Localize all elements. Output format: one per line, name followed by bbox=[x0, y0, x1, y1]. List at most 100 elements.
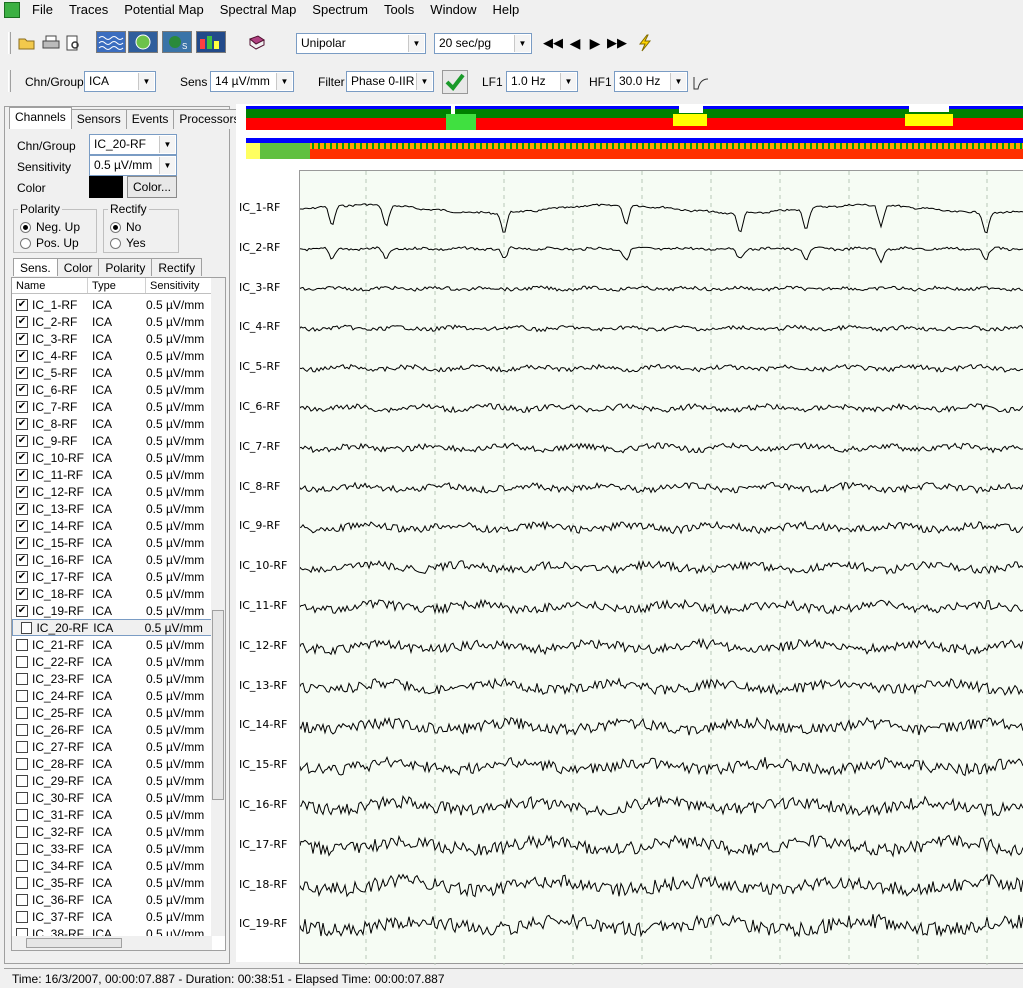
checkbox[interactable] bbox=[16, 706, 28, 719]
checkbox[interactable]: ✔ bbox=[16, 298, 28, 311]
checkbox[interactable] bbox=[16, 842, 28, 855]
checkbox[interactable]: ✔ bbox=[16, 383, 28, 396]
apply-filter-checkmark-icon[interactable] bbox=[442, 70, 468, 94]
tab-events[interactable]: Events bbox=[125, 109, 175, 129]
checkbox[interactable] bbox=[16, 740, 28, 753]
open-folder-icon[interactable] bbox=[16, 32, 38, 54]
column-sensitivity[interactable]: Sensitivity bbox=[146, 278, 212, 293]
checkbox[interactable]: ✔ bbox=[16, 502, 28, 515]
checkbox[interactable]: ✔ bbox=[16, 451, 28, 464]
checkbox[interactable]: ✔ bbox=[16, 519, 28, 532]
checkbox[interactable] bbox=[16, 774, 28, 787]
menu-spectral-map[interactable]: Spectral Map bbox=[212, 0, 305, 20]
channel-label[interactable]: IC_8-RF bbox=[239, 480, 280, 493]
chn-group-select[interactable]: ICA ▼ bbox=[84, 71, 156, 92]
menu-potential-map[interactable]: Potential Map bbox=[116, 0, 212, 20]
checkbox[interactable] bbox=[16, 723, 28, 736]
checkbox[interactable] bbox=[16, 791, 28, 804]
subtab-polarity[interactable]: Polarity bbox=[98, 258, 153, 276]
channel-label[interactable]: IC_17-RF bbox=[239, 838, 287, 851]
channel-row[interactable]: IC_28-RF ICA 0.5 µV/mm bbox=[12, 755, 212, 772]
channel-label[interactable]: IC_11-RF bbox=[239, 599, 287, 612]
checkbox[interactable] bbox=[16, 808, 28, 821]
scroll-thumb[interactable] bbox=[212, 610, 224, 800]
checkbox[interactable]: ✔ bbox=[16, 604, 28, 617]
scroll-thumb[interactable] bbox=[26, 938, 122, 948]
checkbox[interactable]: ✔ bbox=[16, 349, 28, 362]
channel-label[interactable]: IC_5-RF bbox=[239, 360, 280, 373]
app-icon[interactable] bbox=[4, 2, 20, 18]
sens-select[interactable]: 14 µV/mm ▼ bbox=[210, 71, 294, 92]
channel-label[interactable]: IC_4-RF bbox=[239, 320, 280, 333]
color-button[interactable]: Color... bbox=[127, 176, 177, 198]
channel-label[interactable]: IC_2-RF bbox=[239, 241, 280, 254]
channel-label[interactable]: IC_15-RF bbox=[239, 758, 287, 771]
montage-select[interactable]: Unipolar ▼ bbox=[296, 33, 426, 54]
channel-row[interactable]: IC_27-RF ICA 0.5 µV/mm bbox=[12, 738, 212, 755]
horizontal-scrollbar[interactable] bbox=[12, 936, 212, 950]
trace-plot[interactable] bbox=[299, 170, 1023, 965]
channel-label[interactable]: IC_19-RF bbox=[239, 917, 287, 930]
channel-row[interactable]: IC_26-RF ICA 0.5 µV/mm bbox=[12, 721, 212, 738]
checkbox[interactable]: ✔ bbox=[16, 468, 28, 481]
toolbar-grip[interactable] bbox=[8, 70, 11, 92]
checkbox[interactable]: ✔ bbox=[16, 417, 28, 430]
events-overview-bar[interactable] bbox=[246, 106, 1023, 132]
checkbox[interactable]: ✔ bbox=[16, 434, 28, 447]
channel-row[interactable]: ✔ IC_3-RF ICA 0.5 µV/mm bbox=[12, 330, 212, 347]
tab-sensors[interactable]: Sensors bbox=[70, 109, 127, 129]
spectral-map-icon[interactable]: S bbox=[162, 31, 192, 53]
hf1-select[interactable]: 30.0 Hz ▼ bbox=[614, 71, 688, 92]
channel-row[interactable]: ✔ IC_2-RF ICA 0.5 µV/mm bbox=[12, 313, 212, 330]
lf1-select[interactable]: 1.0 Hz ▼ bbox=[506, 71, 578, 92]
channel-row[interactable]: ✔ IC_19-RF ICA 0.5 µV/mm bbox=[12, 602, 212, 619]
channel-row[interactable]: ✔ IC_17-RF ICA 0.5 µV/mm bbox=[12, 568, 212, 585]
checkbox[interactable] bbox=[16, 825, 28, 838]
channel-row[interactable]: IC_25-RF ICA 0.5 µV/mm bbox=[12, 704, 212, 721]
checkbox[interactable]: ✔ bbox=[16, 485, 28, 498]
channel-label[interactable]: IC_16-RF bbox=[239, 798, 287, 811]
subtab-color[interactable]: Color bbox=[56, 258, 100, 276]
column-name[interactable]: Name bbox=[12, 278, 88, 293]
previous-page-icon[interactable]: ◀ bbox=[564, 32, 586, 54]
checkbox[interactable]: ✔ bbox=[16, 332, 28, 345]
checkbox[interactable]: ✔ bbox=[16, 315, 28, 328]
channel-row[interactable]: ✔ IC_7-RF ICA 0.5 µV/mm bbox=[12, 398, 212, 415]
channel-label[interactable]: IC_3-RF bbox=[239, 281, 280, 294]
checkbox[interactable] bbox=[21, 621, 33, 634]
channel-label[interactable]: IC_9-RF bbox=[239, 519, 280, 532]
channel-row[interactable]: IC_24-RF ICA 0.5 µV/mm bbox=[12, 687, 212, 704]
channel-row[interactable]: IC_37-RF ICA 0.5 µV/mm bbox=[12, 908, 212, 925]
channel-row[interactable]: ✔ IC_10-RF ICA 0.5 µV/mm bbox=[12, 449, 212, 466]
channel-row[interactable]: IC_23-RF ICA 0.5 µV/mm bbox=[12, 670, 212, 687]
channel-row[interactable]: IC_21-RF ICA 0.5 µV/mm bbox=[12, 636, 212, 653]
menu-tools[interactable]: Tools bbox=[376, 0, 422, 20]
channel-row[interactable]: ✔ IC_18-RF ICA 0.5 µV/mm bbox=[12, 585, 212, 602]
channel-row[interactable]: IC_20-RF ICA 0.5 µV/mm bbox=[12, 619, 212, 636]
checkbox[interactable] bbox=[16, 876, 28, 889]
vertical-scrollbar[interactable] bbox=[211, 278, 225, 936]
menu-file[interactable]: File bbox=[24, 0, 61, 20]
channel-row[interactable]: ✔ IC_9-RF ICA 0.5 µV/mm bbox=[12, 432, 212, 449]
checkbox[interactable] bbox=[16, 910, 28, 923]
checkbox[interactable]: ✔ bbox=[16, 553, 28, 566]
checkbox[interactable] bbox=[16, 672, 28, 685]
checkbox[interactable]: ✔ bbox=[16, 570, 28, 583]
checkbox[interactable] bbox=[16, 757, 28, 770]
spectrum-icon[interactable] bbox=[196, 31, 226, 53]
channel-label[interactable]: IC_18-RF bbox=[239, 878, 287, 891]
channel-row[interactable]: IC_29-RF ICA 0.5 µV/mm bbox=[12, 772, 212, 789]
channel-row[interactable]: ✔ IC_15-RF ICA 0.5 µV/mm bbox=[12, 534, 212, 551]
checkbox[interactable] bbox=[16, 655, 28, 668]
channel-row[interactable]: ✔ IC_4-RF ICA 0.5 µV/mm bbox=[12, 347, 212, 364]
channel-label[interactable]: IC_12-RF bbox=[239, 639, 287, 652]
polarity-neg-up-radio[interactable]: Neg. Up bbox=[20, 220, 80, 234]
checkbox[interactable]: ✔ bbox=[16, 366, 28, 379]
page-overview-bar[interactable] bbox=[246, 138, 1023, 160]
channel-row[interactable]: IC_35-RF ICA 0.5 µV/mm bbox=[12, 874, 212, 891]
menu-spectrum[interactable]: Spectrum bbox=[304, 0, 376, 20]
subtab-sens[interactable]: Sens. bbox=[13, 258, 58, 276]
book-icon[interactable] bbox=[246, 32, 268, 54]
channel-label[interactable]: IC_10-RF bbox=[239, 559, 287, 572]
channel-row[interactable]: IC_31-RF ICA 0.5 µV/mm bbox=[12, 806, 212, 823]
